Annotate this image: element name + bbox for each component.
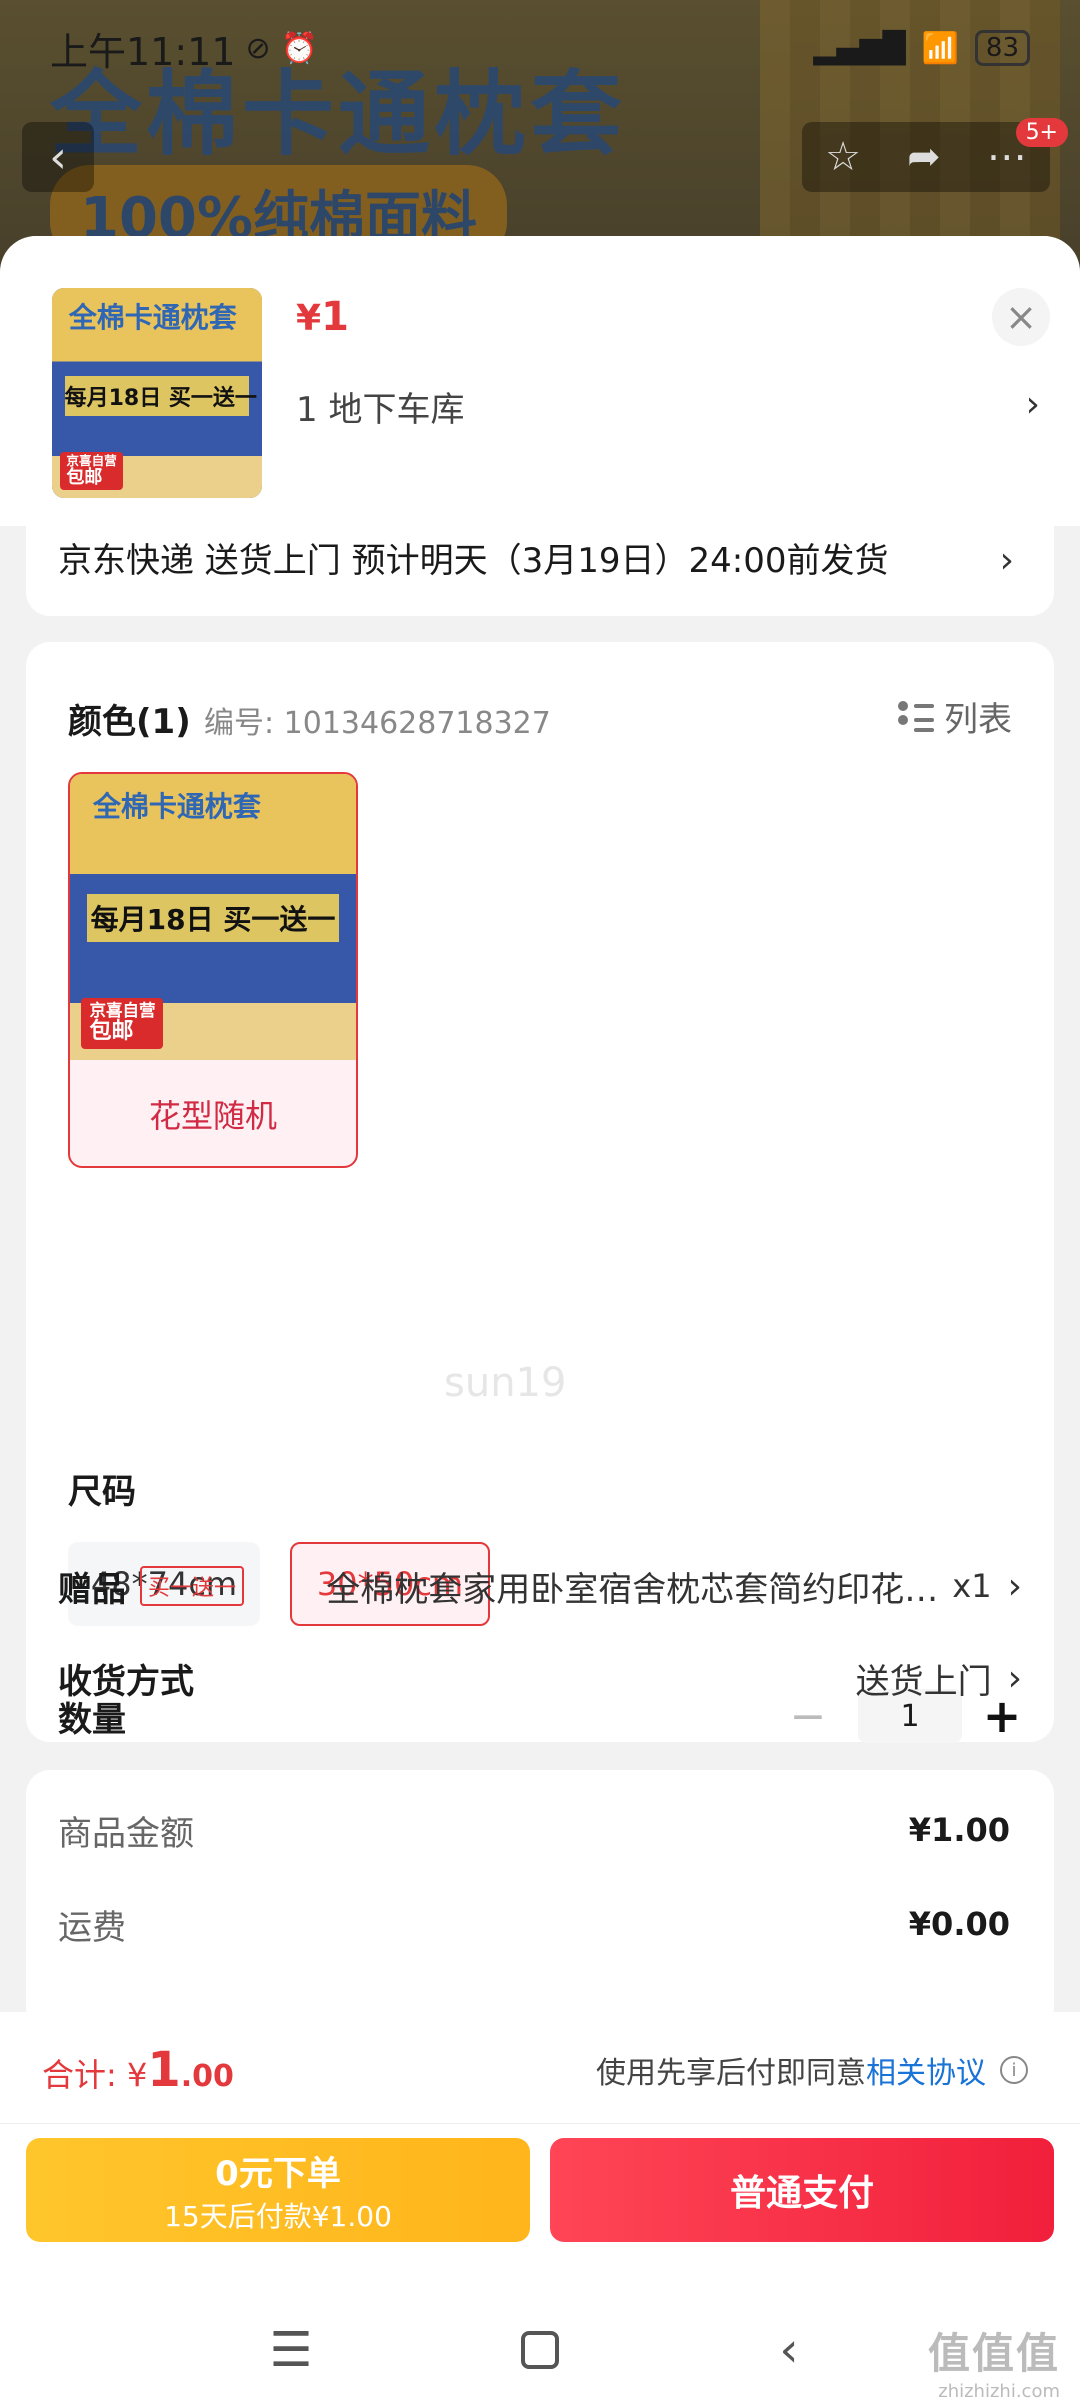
home-icon[interactable] — [521, 2331, 559, 2369]
delivery-row[interactable]: 收货方式 送货上门 › — [58, 1638, 1022, 1718]
product-price: ¥1 — [296, 294, 349, 340]
image-tag: 京喜自营 包邮 — [81, 998, 164, 1049]
list-view-toggle[interactable]: 列表 — [898, 692, 1012, 741]
chevron-right-icon: › — [1007, 1565, 1022, 1607]
mute-icon: ⊘ — [245, 30, 271, 66]
delivery-label: 收货方式 — [58, 1661, 194, 1702]
total-integer: 1 — [147, 2042, 181, 2098]
close-button[interactable]: × — [992, 288, 1050, 346]
goods-amount-value: ¥1.00 — [908, 1811, 1010, 1849]
message-badge: 5+ — [1015, 118, 1068, 147]
signal-icon: ▂▄▆█ — [813, 30, 906, 66]
chevron-left-icon: ‹ — [49, 131, 67, 183]
color-option-image: 全棉卡通枕套 每月18日 买一送一 京喜自营 包邮 — [70, 774, 356, 1060]
menu-icon[interactable]: ☰ — [261, 2322, 321, 2378]
status-time: 上午11:11 — [50, 29, 236, 74]
normal-pay-button[interactable]: 普通支付 — [550, 2138, 1054, 2242]
product-code: 编号: 10134628718327 — [204, 706, 551, 741]
watermark: sun19 — [444, 1360, 567, 1406]
goods-amount-row: 商品金额 ¥1.00 — [58, 1800, 1010, 1860]
image-title: 全棉卡通枕套 — [68, 301, 237, 335]
pay-later-subtitle: 15天后付款¥1.00 — [164, 2199, 392, 2233]
delivery-value: 送货上门 — [855, 1661, 992, 1702]
pay-later-title: 0元下单 — [215, 2153, 341, 2194]
image-tag-line2: 包邮 — [66, 466, 103, 488]
nav-actions: ☆ ➦ ⋯ — [802, 122, 1050, 192]
sheet-header: 全棉卡通枕套 每月18日 买一送一 京喜自营 包邮 ¥1 × 1 地下车库 › — [0, 236, 1080, 526]
price-value: 1 — [321, 294, 349, 340]
image-promo: 每月18日 买一送一 — [87, 894, 339, 943]
shipping-text: 京东快递 送货上门 预计明天（3月19日）24:00前发货 — [58, 541, 889, 581]
color-label: 颜色(1) — [68, 702, 191, 742]
goods-amount-label: 商品金额 — [58, 1813, 194, 1854]
color-option[interactable]: 全棉卡通枕套 每月18日 买一送一 京喜自营 包邮 花型随机 — [68, 772, 358, 1168]
total-bar: 合计: ¥1.00 使用先享后付即同意 相关协议 i — [0, 2012, 1080, 2124]
image-tag: 京喜自营 包邮 — [60, 451, 123, 490]
share-icon[interactable]: ➦ — [907, 134, 941, 180]
total-currency: ¥ — [126, 2056, 148, 2094]
image-title: 全棉卡通枕套 — [92, 790, 261, 824]
pay-later-button[interactable]: 0元下单 15天后付款¥1.00 — [26, 2138, 530, 2242]
site-watermark-logo: 值值值 — [927, 2329, 1060, 2378]
product-image: 全棉卡通枕套 每月18日 买一送一 京喜自营 包邮 — [70, 774, 356, 1060]
price-currency: ¥ — [296, 298, 322, 339]
product-image: 全棉卡通枕套 每月18日 买一送一 京喜自营 包邮 — [52, 288, 262, 498]
image-tag-line1: 京喜自营 — [66, 452, 117, 468]
gift-label: 赠品 — [58, 1569, 126, 1610]
agreement-prefix: 使用先享后付即同意 — [596, 2056, 866, 2091]
freight-row: 运费 ¥0.00 — [58, 1894, 1010, 1954]
image-tag-line2: 包邮 — [89, 1019, 134, 1045]
back-button[interactable]: ‹ — [22, 122, 94, 192]
site-watermark-url: zhizhizhi.com — [938, 2381, 1060, 2400]
freight-value: ¥0.00 — [908, 1905, 1010, 1943]
image-tag-line1: 京喜自营 — [89, 1001, 156, 1021]
address-line[interactable]: 1 地下车库 — [296, 382, 464, 431]
list-icon — [898, 699, 934, 735]
total-amount: 合计: ¥1.00 — [42, 2042, 234, 2098]
freight-label: 运费 — [58, 1907, 126, 1948]
chevron-right-icon[interactable]: › — [1026, 384, 1040, 425]
total-decimal: .00 — [180, 2059, 234, 2094]
close-icon: × — [1005, 295, 1037, 339]
total-label: 合计: — [42, 2056, 117, 2094]
chevron-right-icon: › — [999, 540, 1014, 581]
fee-card: 商品金额 ¥1.00 运费 ¥0.00 — [26, 1770, 1054, 2030]
shipping-card[interactable]: 京东快递 送货上门 预计明天（3月19日）24:00前发货 › — [26, 526, 1054, 616]
star-icon[interactable]: ☆ — [825, 134, 861, 180]
color-option-label: 花型随机 — [148, 1097, 277, 1135]
info-icon[interactable]: i — [1000, 2056, 1028, 2084]
list-label: 列表 — [944, 700, 1012, 740]
agreement-text: 使用先享后付即同意 相关协议 i — [596, 2048, 1028, 2092]
chevron-right-icon: › — [1007, 1657, 1022, 1699]
size-label: 尺码 — [68, 1472, 136, 1512]
alarm-icon: ⏰ — [280, 30, 319, 66]
wifi-icon: 📶 — [921, 30, 959, 66]
back-icon[interactable]: ‹ — [759, 2322, 819, 2378]
gift-tag: 买一送一 — [140, 1566, 245, 1606]
battery-icon: 83 — [974, 30, 1030, 66]
gift-text: 全棉枕套家用卧室宿舍枕芯套简约印花单人枕头套单只装 — [326, 1569, 946, 1610]
site-watermark: 值值值 zhizhizhi.com — [928, 2320, 1060, 2400]
product-thumbnail[interactable]: 全棉卡通枕套 每月18日 买一送一 京喜自营 包邮 — [52, 288, 262, 498]
agreement-link[interactable]: 相关协议 — [866, 2048, 986, 2092]
gift-row[interactable]: 赠品 买一送一 全棉枕套家用卧室宿舍枕芯套简约印花单人枕头套单只装 x1 › — [58, 1546, 1022, 1626]
image-promo: 每月18日 买一送一 — [64, 376, 257, 417]
system-navigation: ☰ ‹ — [0, 2300, 1080, 2400]
status-bar: 上午11:11 ⊘ ⏰ ▂▄▆█ 📶 83 — [0, 0, 1080, 96]
gift-count: x1 — [952, 1567, 992, 1605]
